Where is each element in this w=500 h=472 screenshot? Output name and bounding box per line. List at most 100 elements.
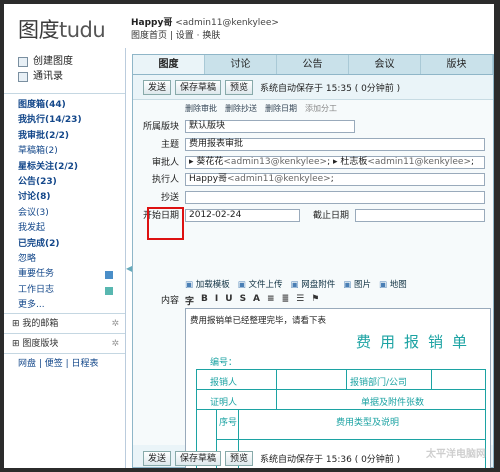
template-tool[interactable]: ▣ 加载模板 [185, 278, 230, 290]
approver-1-email: <admin13@kenkylee> [223, 157, 328, 167]
upload-tool[interactable]: ▣ 文件上传 [238, 278, 283, 290]
contacts-label: 通讯录 [33, 71, 63, 82]
header: 图度tudu Happy哥 <admin11@kenkylee> 图度首页 | … [4, 4, 494, 48]
send-button-bottom[interactable]: 发送 [143, 450, 172, 466]
format-tool-icon[interactable]: B [201, 294, 208, 307]
date-row: 开始日期 2012-02-24 截止日期 [133, 209, 493, 223]
field-toggle-link[interactable]: 删除抄送 [225, 104, 257, 113]
executor-input[interactable]: Happy哥<admin11@kenkylee>; [185, 173, 485, 186]
executor-name: Happy哥 [189, 174, 228, 184]
collapse-handle-icon[interactable]: ◀ [126, 264, 132, 278]
format-tool-icon[interactable]: ≡ [267, 294, 275, 307]
table-line [196, 409, 486, 410]
tab-0[interactable]: 图度 [133, 55, 205, 74]
approver-label[interactable]: 审批人 [133, 156, 179, 170]
tool-label: 地图 [389, 280, 407, 290]
sidebar-folder[interactable]: 草稿箱(2) [18, 144, 125, 159]
gear-icon[interactable]: ✲ [111, 314, 119, 334]
board-select[interactable]: 默认版块 [185, 120, 355, 133]
gear-icon[interactable]: ✲ [111, 334, 119, 354]
format-tool-icon[interactable]: 字 [185, 294, 194, 307]
tool-label: 网盘附件 [301, 280, 336, 290]
approver-2: ; ▸ 杜志板 [327, 157, 368, 167]
tab-1[interactable]: 讨论 [205, 55, 277, 74]
contacts-link[interactable]: 通讯录 [18, 69, 125, 84]
image-icon: ▣ [343, 280, 354, 290]
upload-icon: ▣ [237, 280, 249, 290]
format-tool-icon[interactable]: I [215, 294, 218, 307]
field-toggle-link[interactable]: 添加分工 [305, 104, 337, 113]
cc-input[interactable] [185, 191, 485, 204]
send-button[interactable]: 发送 [143, 80, 172, 95]
start-date-input[interactable]: 2012-02-24 [185, 209, 300, 222]
watermark: 太平洋电脑网 [426, 449, 486, 460]
disk-tool[interactable]: ▣ 网盘附件 [291, 278, 336, 290]
format-tool-icon[interactable]: U [225, 294, 232, 307]
image-tool[interactable]: ▣ 图片 [343, 278, 371, 290]
sidebar-folder[interactable]: 我审批(2/2) [18, 129, 125, 144]
sidebar-folder[interactable]: 讨论(8) [18, 190, 125, 205]
preview-button-bottom[interactable]: 预览 [225, 450, 254, 466]
sidebar-folder[interactable]: 图度箱(44) [18, 98, 125, 113]
executor-email: <admin11@kenkylee> [227, 174, 331, 184]
create-icon [18, 56, 28, 67]
approver-row: 审批人 ▸ 葵花花<admin13@kenkylee>; ▸ 杜志板<admin… [133, 156, 493, 170]
sidebar-folder[interactable]: 公告(23) [18, 175, 125, 190]
sidebar-folder[interactable]: 忽略 [18, 252, 125, 267]
table-line [276, 369, 277, 409]
format-tool-icon[interactable]: S [240, 294, 246, 307]
end-date-label: 截止日期 [312, 211, 349, 221]
user-name: Happy哥 [131, 18, 173, 28]
executor-label[interactable]: 执行人 [133, 173, 179, 187]
cc-label[interactable]: 抄送 [133, 191, 179, 205]
map-icon: ▣ [379, 280, 390, 290]
subject-label: 主题 [160, 140, 179, 150]
sidebar-folder[interactable]: 更多... [18, 298, 125, 313]
cell-witness: 证明人 [210, 398, 238, 408]
save-draft-button-bottom[interactable]: 保存草稿 [175, 450, 222, 466]
tab-2[interactable]: 公告 [277, 55, 349, 74]
tab-3[interactable]: 会议 [349, 55, 421, 74]
mailbox-section[interactable]: ⊞ 我的邮箱 ✲ [4, 313, 125, 333]
approver-input[interactable]: ▸ 葵花花<admin13@kenkylee>; ▸ 杜志板<admin11@k… [185, 156, 485, 169]
end-date-input[interactable] [355, 209, 485, 222]
sidebar-folder[interactable]: 工作日志 [18, 283, 125, 298]
create-tudu-link[interactable]: 创建图度 [18, 54, 125, 69]
content-editor[interactable]: 费用报销单已经整理完毕，请看下表 费用报销单 编号： 报销人 报销部门/公司 证… [185, 308, 491, 468]
field-toggle-link[interactable]: 删除审批 [185, 104, 217, 113]
tool-label: 图片 [353, 280, 371, 290]
sidebar-folder[interactable]: 星标关注(2/2) [18, 160, 125, 175]
board-section[interactable]: ⊞ 图度版块 ✲ [4, 333, 125, 353]
highlight-box [147, 207, 184, 240]
folder-color-icon [105, 286, 113, 295]
tab-bar: 图度 讨论 公告 会议 版块 [133, 55, 493, 75]
format-tool-icon[interactable]: ⚑ [311, 294, 319, 307]
format-toolbar: 字 B I U S A ≡ ≣ ☰ ⚑ [185, 294, 319, 307]
format-tool-icon[interactable]: A [253, 294, 260, 307]
sidebar-folder[interactable]: 已完成(2) [18, 237, 125, 252]
tab-4[interactable]: 版块 [421, 55, 493, 74]
expense-title: 费用报销单 [356, 333, 477, 351]
board-row: 所属版块 默认版块 [133, 120, 493, 134]
subject-input[interactable]: 费用报表审批 [185, 138, 485, 151]
autosave-status-bottom: 系统自动保存于 15:36 ( 0分钟前 ) [260, 454, 401, 465]
tool-label: 加载模板 [195, 280, 230, 290]
sidebar-folder[interactable]: 重要任务 [18, 267, 125, 282]
sidebar-folder[interactable]: 我发起 [18, 221, 125, 236]
attachment-toolbar: ▣ 加载模板 ▣ 文件上传 ▣ 网盘附件 ▣ 图片 ▣ 地图 [185, 278, 407, 290]
sidebar-bottom-links[interactable]: 网盘 | 便签 | 日程表 [4, 353, 125, 373]
format-tool-icon[interactable]: ≣ [282, 294, 290, 307]
sidebar-folder[interactable]: 会议(3) [18, 206, 125, 221]
save-draft-button[interactable]: 保存草稿 [175, 80, 222, 95]
subject-row: 主题 费用报表审批 [133, 138, 493, 152]
table-line [216, 439, 486, 440]
preview-button[interactable]: 预览 [225, 80, 254, 95]
field-toggle-links: 删除审批 删除抄送 删除日期 添加分工 [185, 103, 345, 114]
field-toggle-link[interactable]: 删除日期 [265, 104, 297, 113]
sidebar-folder[interactable]: 我执行(14/23) [18, 113, 125, 128]
app-logo[interactable]: 图度tudu [18, 14, 106, 44]
header-links[interactable]: 图度首页 | 设置 · 换肤 [131, 28, 220, 41]
format-tool-icon[interactable]: ☰ [296, 294, 304, 307]
map-tool[interactable]: ▣ 地图 [379, 278, 407, 290]
tool-label: 文件上传 [248, 280, 283, 290]
